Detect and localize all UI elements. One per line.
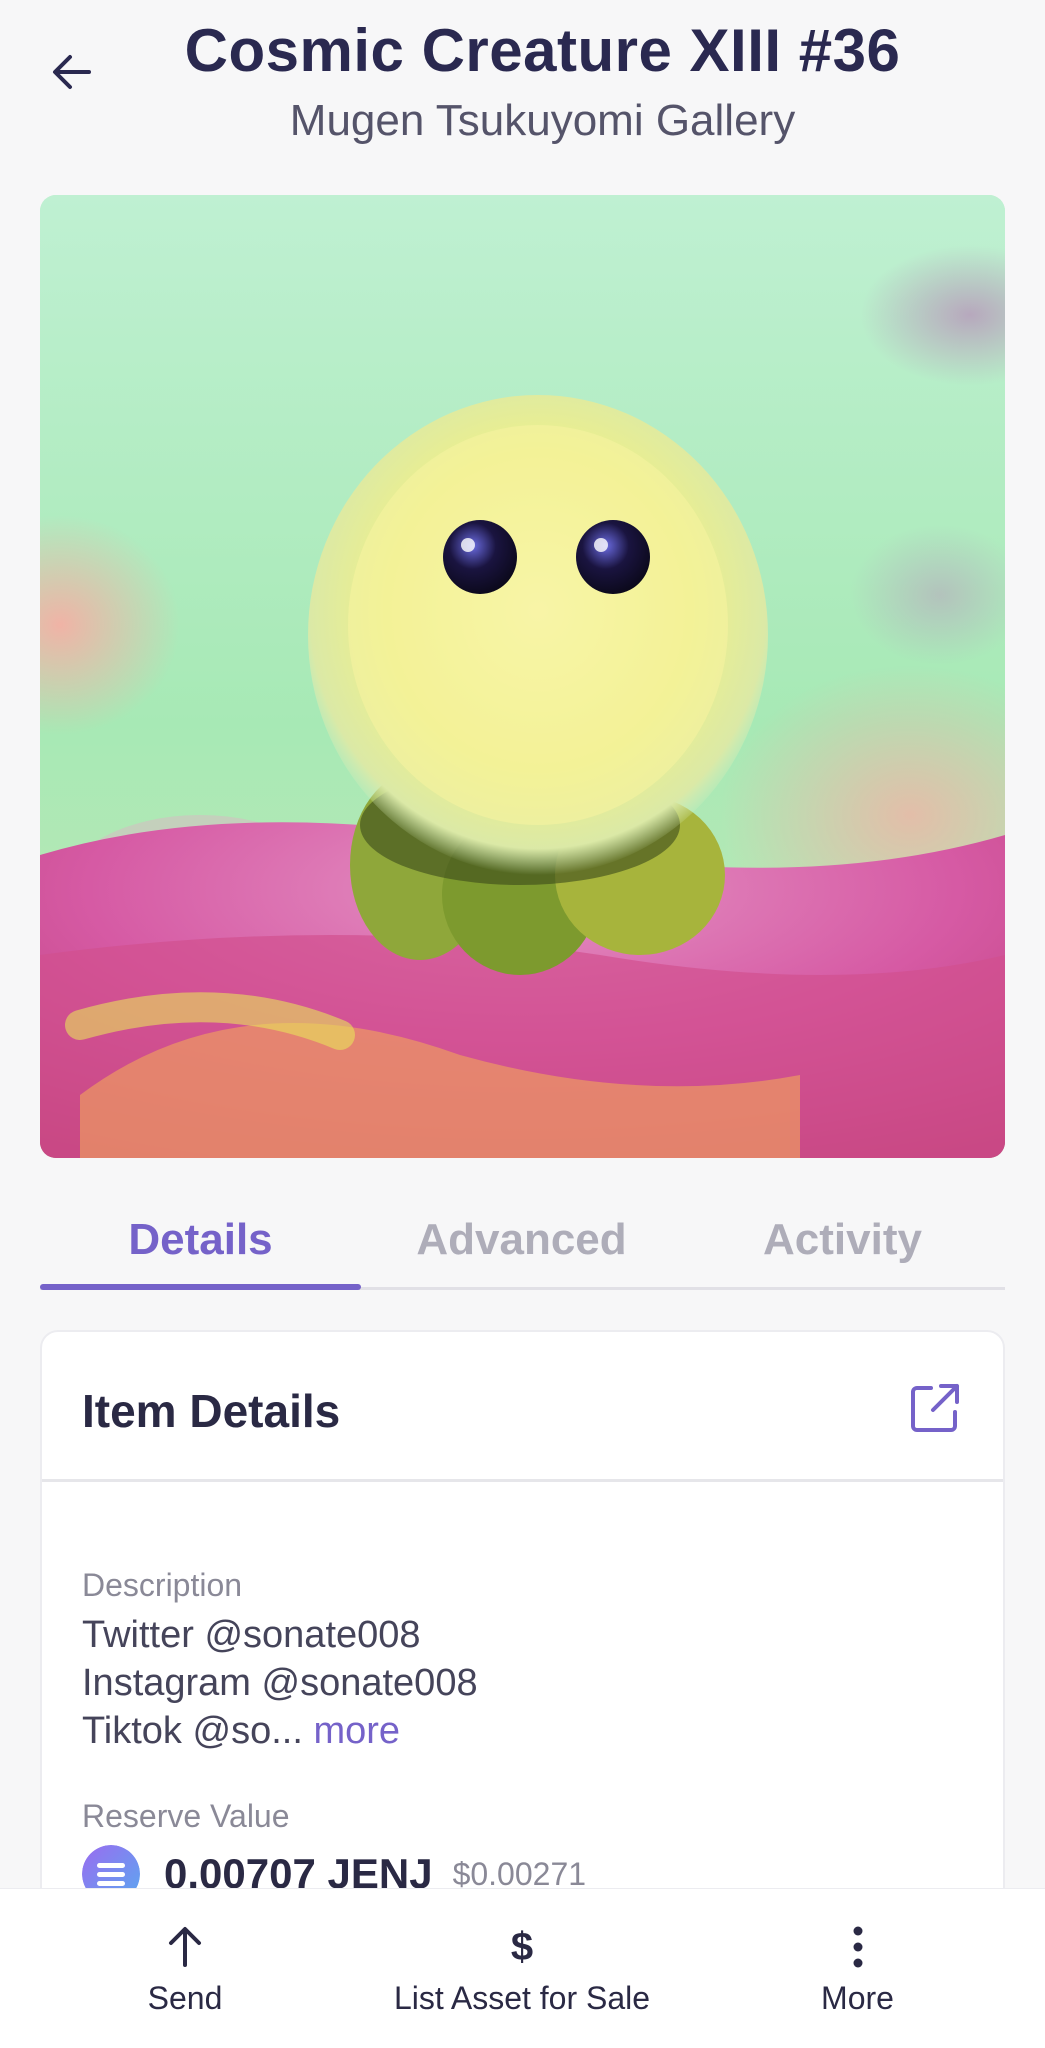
more-label: More	[821, 1979, 894, 2016]
more-vertical-icon	[853, 1926, 862, 1967]
dollar-icon: $	[510, 1924, 534, 1969]
description-truncated-text: Tiktok @so...	[82, 1710, 303, 1752]
back-button[interactable]	[44, 44, 100, 100]
bottom-action-bar: Send $ List Asset for Sale More	[0, 1888, 1045, 2048]
arrow-up-icon	[169, 1926, 201, 1967]
arrow-left-icon	[53, 55, 91, 89]
reserve-usd-value: $0.00271	[452, 1855, 587, 1892]
tab-advanced[interactable]: Advanced	[361, 1190, 682, 1290]
send-label: Send	[147, 1979, 223, 2016]
description-line: Twitter @sonate008	[82, 1614, 421, 1656]
description-line: Instagram @sonate008	[82, 1662, 478, 1704]
card-header: Item Details	[42, 1332, 1003, 1482]
tab-activity[interactable]: Activity	[682, 1190, 1003, 1290]
description-line-truncated: Tiktok @so... more	[82, 1710, 400, 1753]
description-more-link[interactable]: more	[313, 1710, 400, 1752]
list-asset-label: List Asset for Sale	[393, 1979, 651, 2016]
tab-bar: Details Advanced Activity	[40, 1190, 1005, 1290]
reserve-value-label: Reserve Value	[82, 1798, 290, 1834]
more-button[interactable]: More	[800, 1889, 915, 2048]
page-title: Cosmic Creature XIII #36	[184, 17, 901, 84]
description-label: Description	[82, 1567, 243, 1603]
tab-details[interactable]: Details	[40, 1190, 361, 1290]
header: Cosmic Creature XIII #36 Mugen Tsukuyomi…	[0, 0, 1045, 170]
list-asset-for-sale-button[interactable]: $ List Asset for Sale	[372, 1889, 672, 2048]
nft-artwork[interactable]	[40, 195, 1005, 1158]
card-title: Item Details	[82, 1385, 341, 1437]
external-link-icon	[911, 1384, 959, 1432]
active-tab-indicator	[40, 1284, 361, 1290]
external-link-button[interactable]	[907, 1380, 963, 1436]
send-button[interactable]: Send	[110, 1889, 260, 2048]
artwork-image	[40, 195, 1005, 1158]
collection-name: Mugen Tsukuyomi Gallery	[289, 96, 796, 145]
